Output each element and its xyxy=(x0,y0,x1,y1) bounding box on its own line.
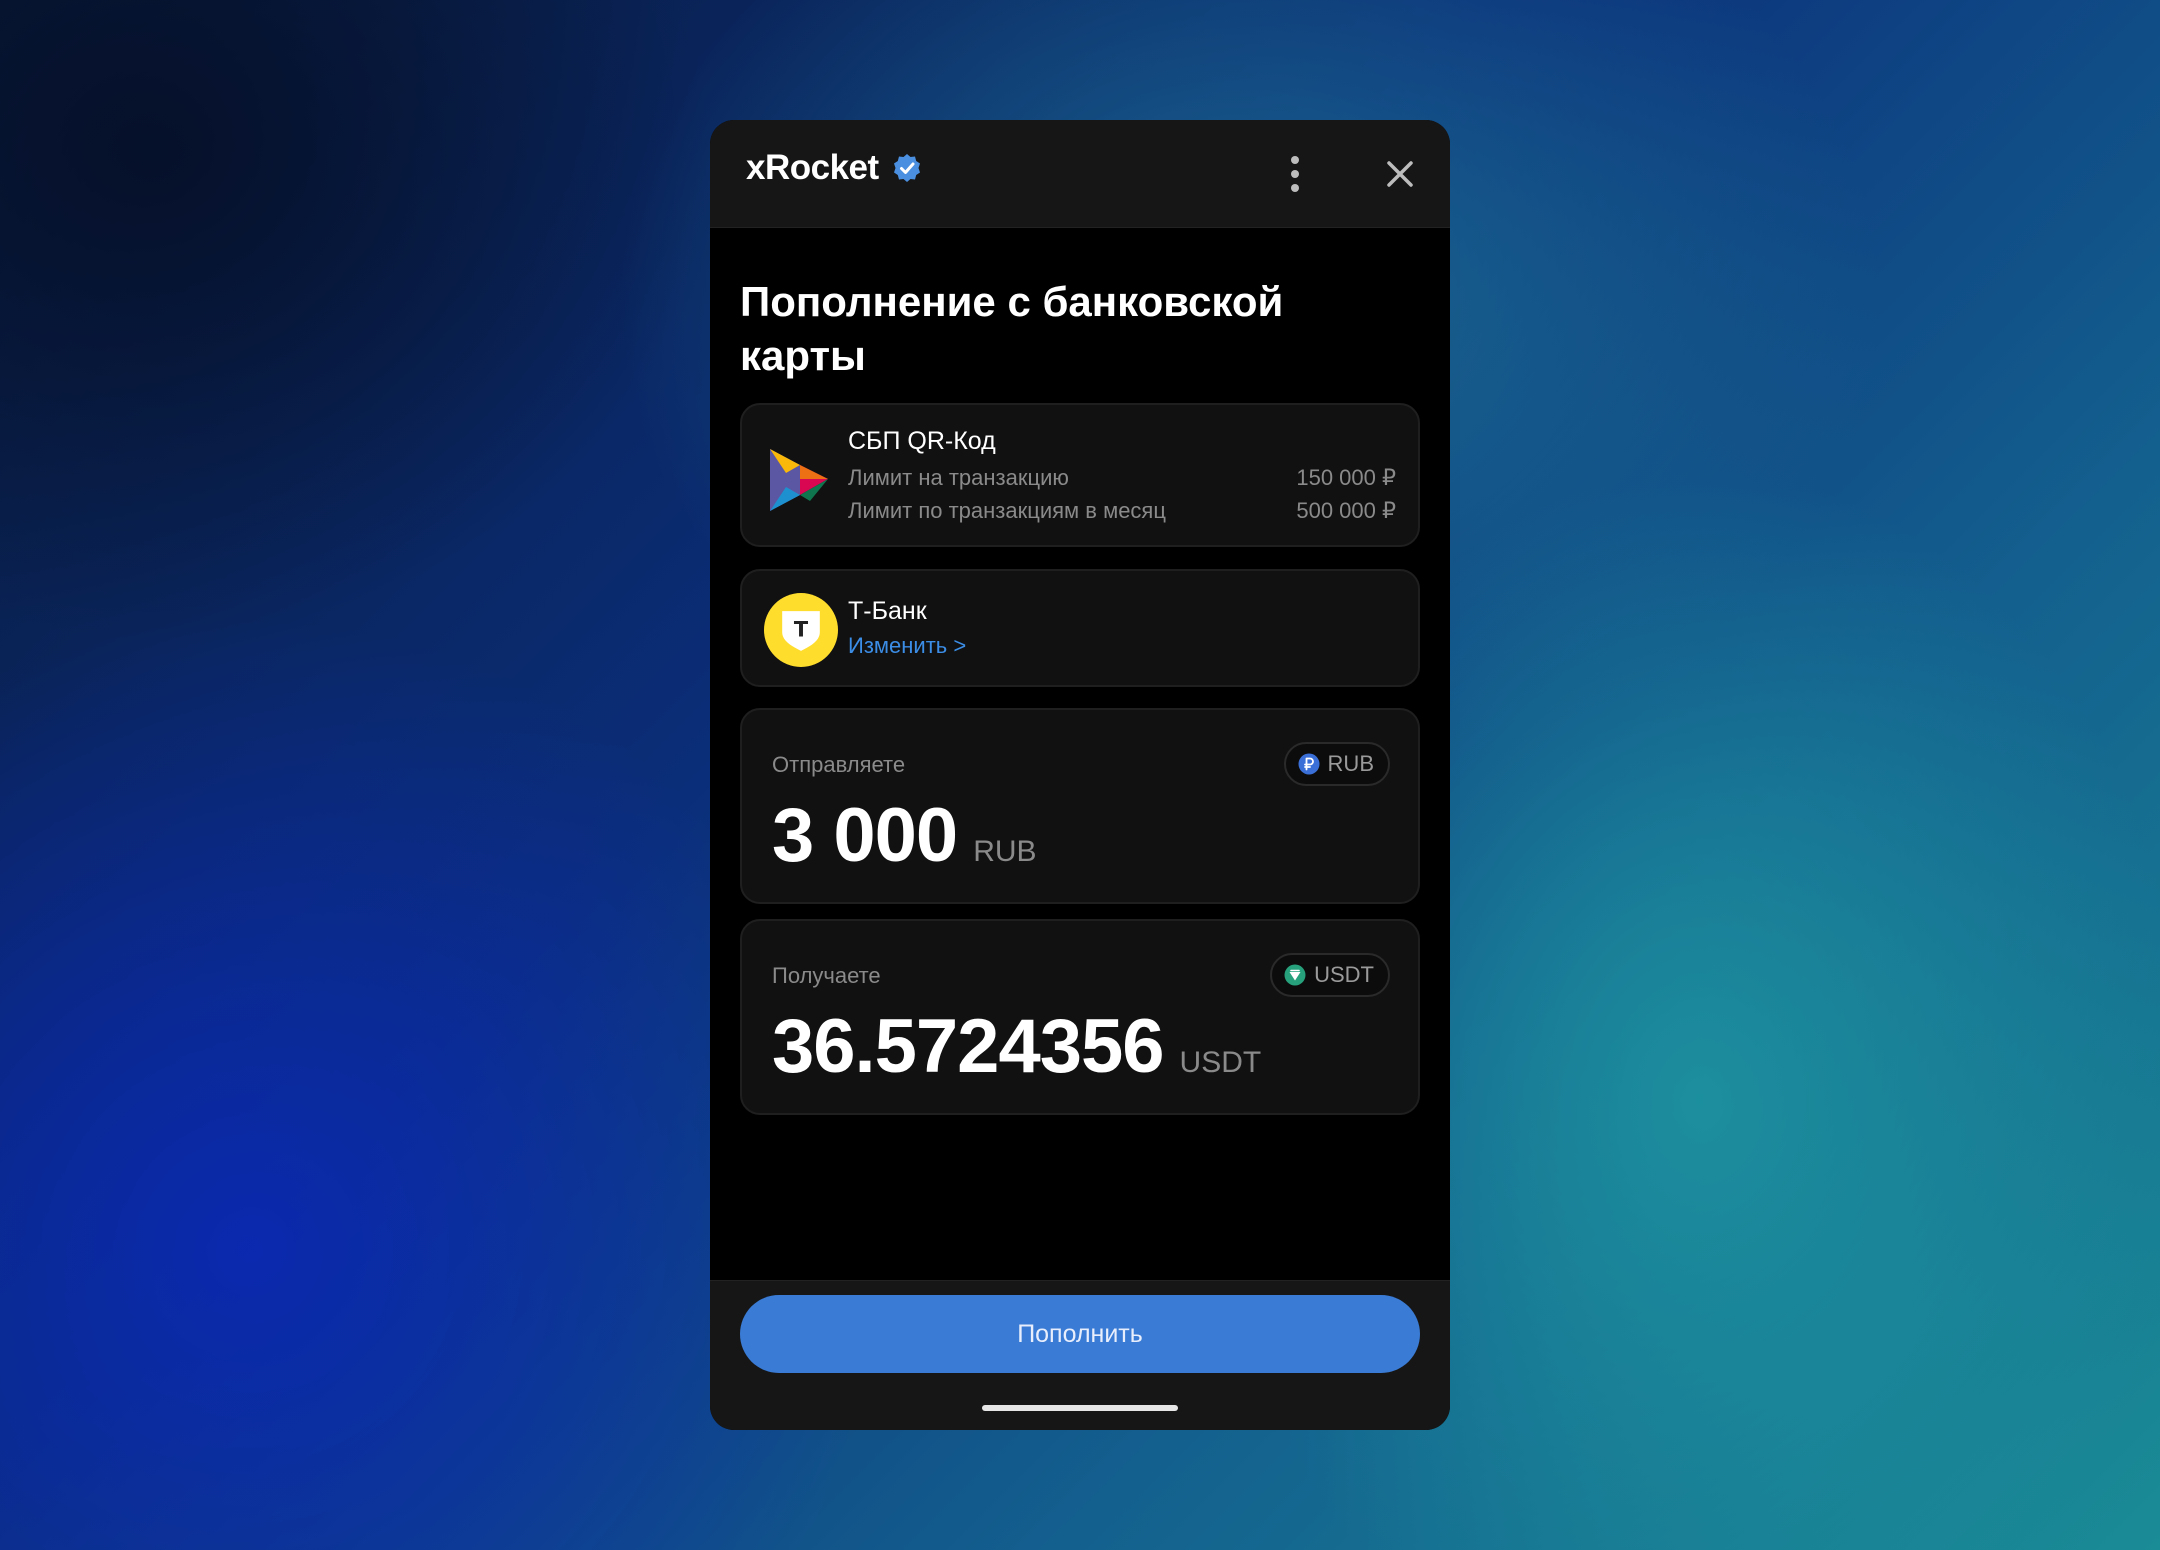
close-icon[interactable] xyxy=(1376,150,1424,198)
change-bank-link[interactable]: Изменить > xyxy=(848,633,966,659)
receive-amount-row: 36.5724356 USDT xyxy=(772,1003,1261,1090)
mini-app-window: xRocket Пополнение с банковской карты СБ… xyxy=(710,120,1450,1430)
send-currency-selector[interactable]: RUB xyxy=(1283,742,1390,786)
limit-row-transaction: Лимит на транзакцию 150 000 ₽ xyxy=(848,465,1396,491)
sbp-logo-icon xyxy=(766,439,832,515)
brand: xRocket xyxy=(746,148,923,188)
top-up-button[interactable]: Пополнить xyxy=(740,1295,1420,1373)
bank-name: Т-Банк xyxy=(848,597,927,625)
limit-label: Лимит по транзакциям в месяц xyxy=(848,498,1166,523)
page-title: Пополнение с банковской карты xyxy=(740,278,1284,379)
home-indicator[interactable] xyxy=(982,1405,1178,1411)
app-header: xRocket xyxy=(710,120,1450,228)
send-amount-unit: RUB xyxy=(973,835,1037,868)
bottom-bar: Пополнить xyxy=(710,1280,1450,1430)
app-title: xRocket xyxy=(746,148,879,187)
receive-currency-selector[interactable]: USDT xyxy=(1270,953,1390,997)
tether-coin-icon xyxy=(1284,964,1306,986)
receive-amount-unit: USDT xyxy=(1179,1046,1262,1079)
bank-selector[interactable]: T Т-Банк Изменить > xyxy=(740,569,1420,687)
send-amount-row: 3 000 RUB xyxy=(772,792,1037,879)
limit-value: 150 000 ₽ xyxy=(1296,465,1396,490)
limit-row-monthly: Лимит по транзакциям в месяц 500 000 ₽ xyxy=(848,498,1396,524)
sbp-name: СБП QR-Код xyxy=(848,427,996,455)
tbank-logo-icon: T xyxy=(764,593,838,667)
limit-label: Лимит на транзакцию xyxy=(848,465,1069,490)
send-amount-card[interactable]: Отправляете RUB 3 000 RUB xyxy=(740,708,1420,904)
more-vertical-icon[interactable] xyxy=(1280,148,1310,200)
receive-label: Получаете xyxy=(772,963,881,988)
send-label: Отправляете xyxy=(772,752,906,777)
receive-amount-value: 36.5724356 xyxy=(772,1004,1165,1089)
ruble-coin-icon xyxy=(1298,753,1320,775)
send-amount-input[interactable]: 3 000 xyxy=(772,792,958,879)
tbank-logo-letter: T xyxy=(794,617,809,641)
send-currency-code: RUB xyxy=(1327,751,1374,776)
payment-method-sbp[interactable]: СБП QR-Код Лимит на транзакцию 150 000 ₽… xyxy=(740,403,1420,547)
limit-value: 500 000 ₽ xyxy=(1296,498,1396,523)
receive-currency-code: USDT xyxy=(1314,962,1374,987)
verified-badge-icon xyxy=(891,152,923,184)
receive-amount-card[interactable]: Получаете USDT 36.5724356 USDT xyxy=(740,919,1420,1115)
